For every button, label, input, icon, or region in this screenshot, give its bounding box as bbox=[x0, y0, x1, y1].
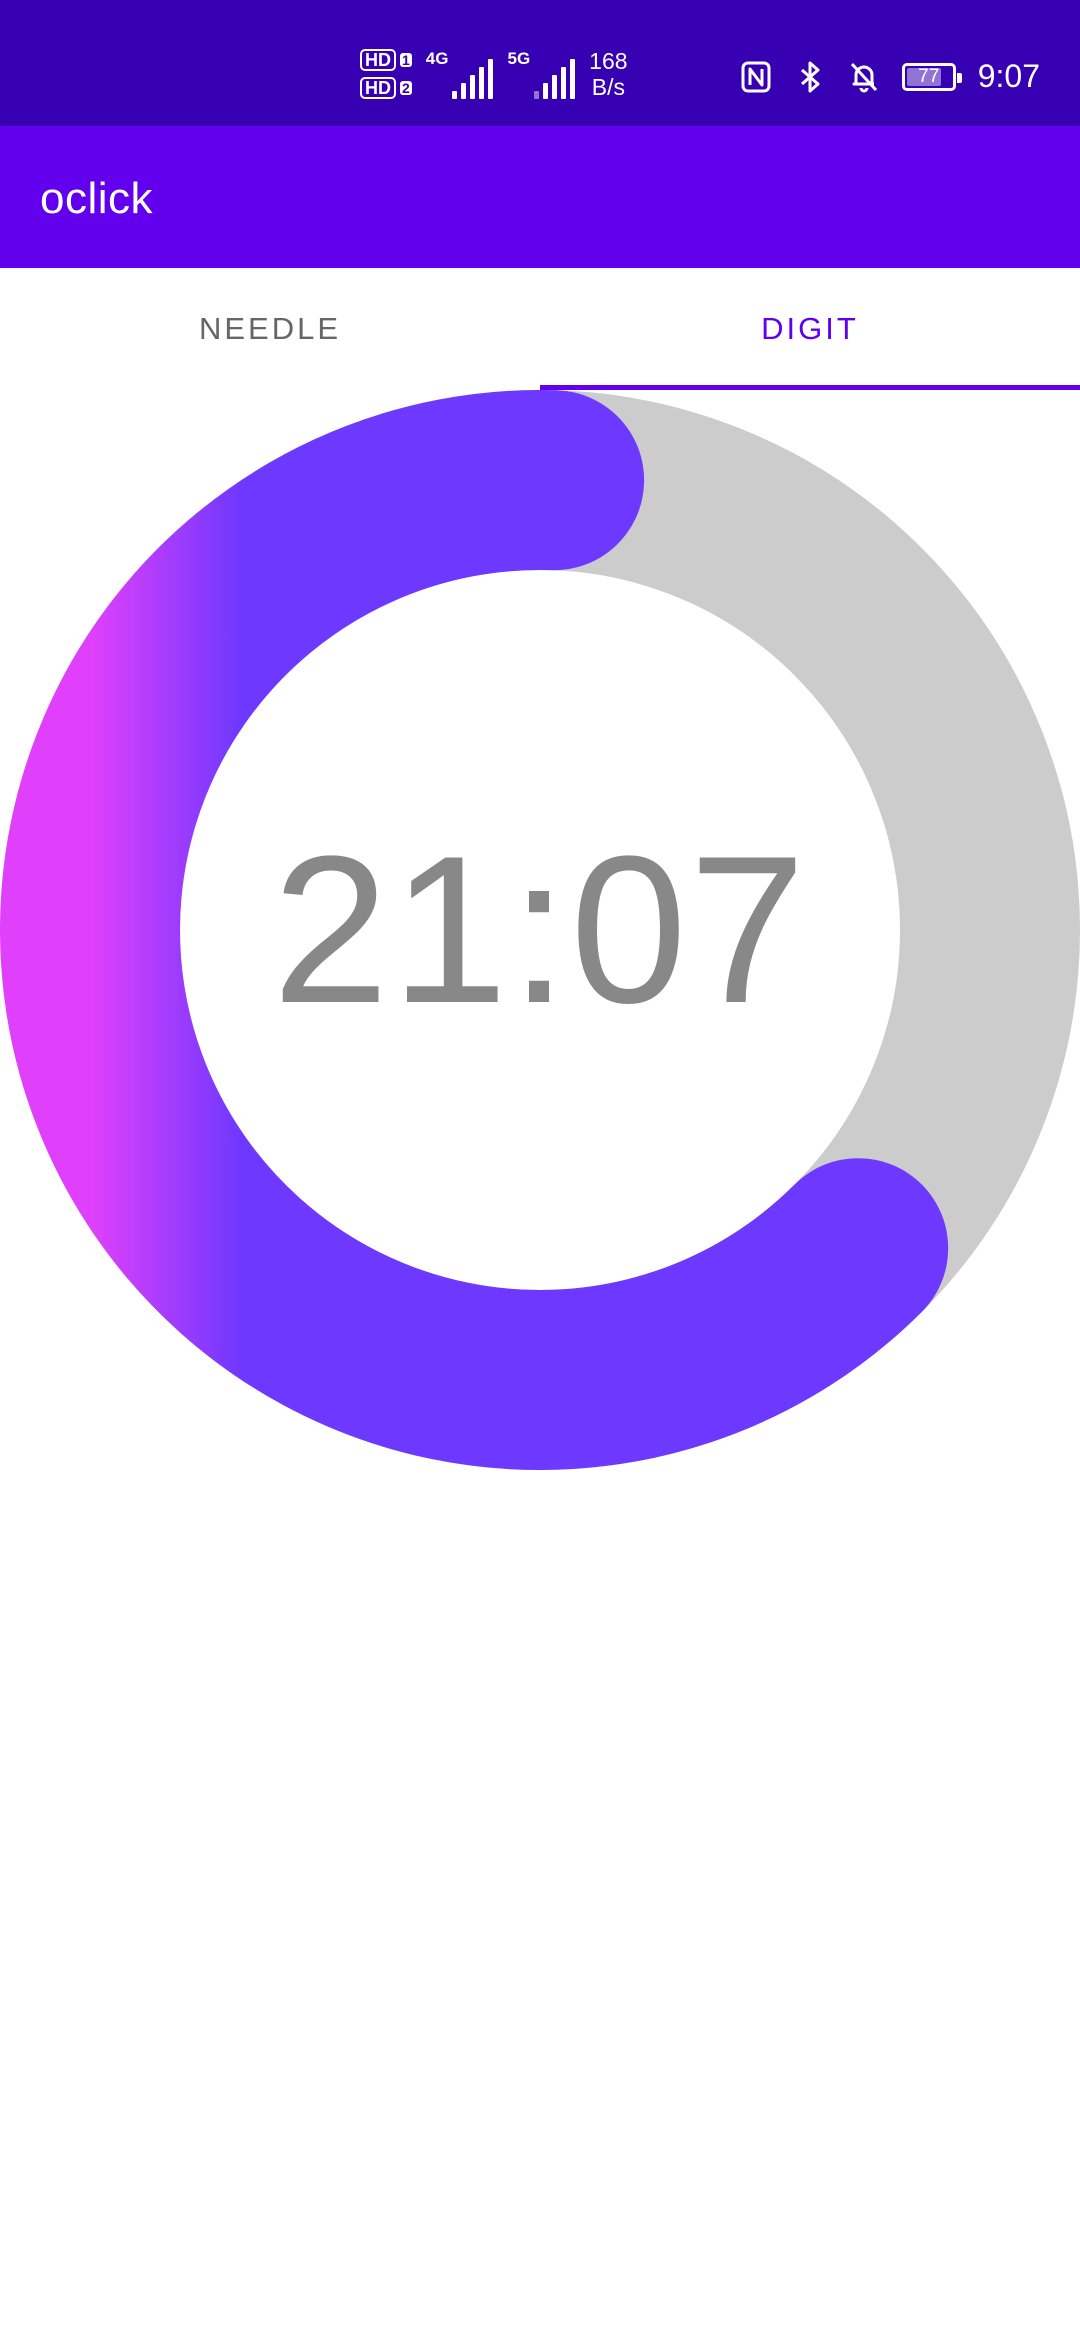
status-left-cluster: HD 1 HD 2 4G 5G 168 B/s bbox=[360, 48, 628, 100]
battery-level: 77 bbox=[918, 65, 940, 87]
speed-value: 168 bbox=[589, 48, 628, 74]
sim-index: 1 bbox=[400, 52, 412, 68]
hd-label: HD bbox=[360, 49, 396, 71]
network-5g: 5G bbox=[507, 49, 576, 99]
app-title: oclick bbox=[40, 174, 154, 223]
hd-label: HD bbox=[360, 77, 396, 99]
digital-time: 21:07 bbox=[272, 812, 808, 1047]
bell-off-icon bbox=[850, 62, 877, 92]
tab-label: DIGIT bbox=[761, 311, 859, 346]
battery-icon: 77 bbox=[901, 62, 962, 91]
digital-clock-dial: 21:07 bbox=[0, 390, 1080, 1470]
signal-bars-icon bbox=[534, 59, 576, 99]
tab-digit[interactable]: DIGIT bbox=[540, 268, 1080, 390]
sim-index: 2 bbox=[400, 80, 412, 96]
bluetooth-icon bbox=[800, 61, 820, 92]
tab-needle[interactable]: NEEDLE bbox=[0, 268, 540, 390]
status-bar: HD 1 HD 2 4G 5G 168 B/s 77 9:07 bbox=[0, 0, 1080, 126]
sim2-indicator: HD 2 bbox=[360, 77, 412, 99]
tab-bar: NEEDLE DIGIT bbox=[0, 268, 1080, 390]
status-right-cluster: 77 9:07 bbox=[740, 58, 1040, 95]
tab-label: NEEDLE bbox=[198, 311, 342, 346]
status-time: 9:07 bbox=[977, 58, 1040, 94]
network-4g: 4G bbox=[426, 49, 494, 99]
sim-indicators: HD 1 HD 2 bbox=[360, 49, 412, 99]
network-label: 5G bbox=[507, 49, 531, 68]
network-label: 4G bbox=[425, 49, 449, 68]
network-speed: 168 B/s bbox=[589, 48, 627, 100]
speed-unit: B/s bbox=[591, 74, 625, 100]
nfc-icon bbox=[741, 61, 771, 92]
app-bar: oclick bbox=[0, 126, 1080, 268]
sim1-indicator: HD 1 bbox=[360, 49, 412, 71]
signal-bars-icon bbox=[452, 59, 494, 99]
